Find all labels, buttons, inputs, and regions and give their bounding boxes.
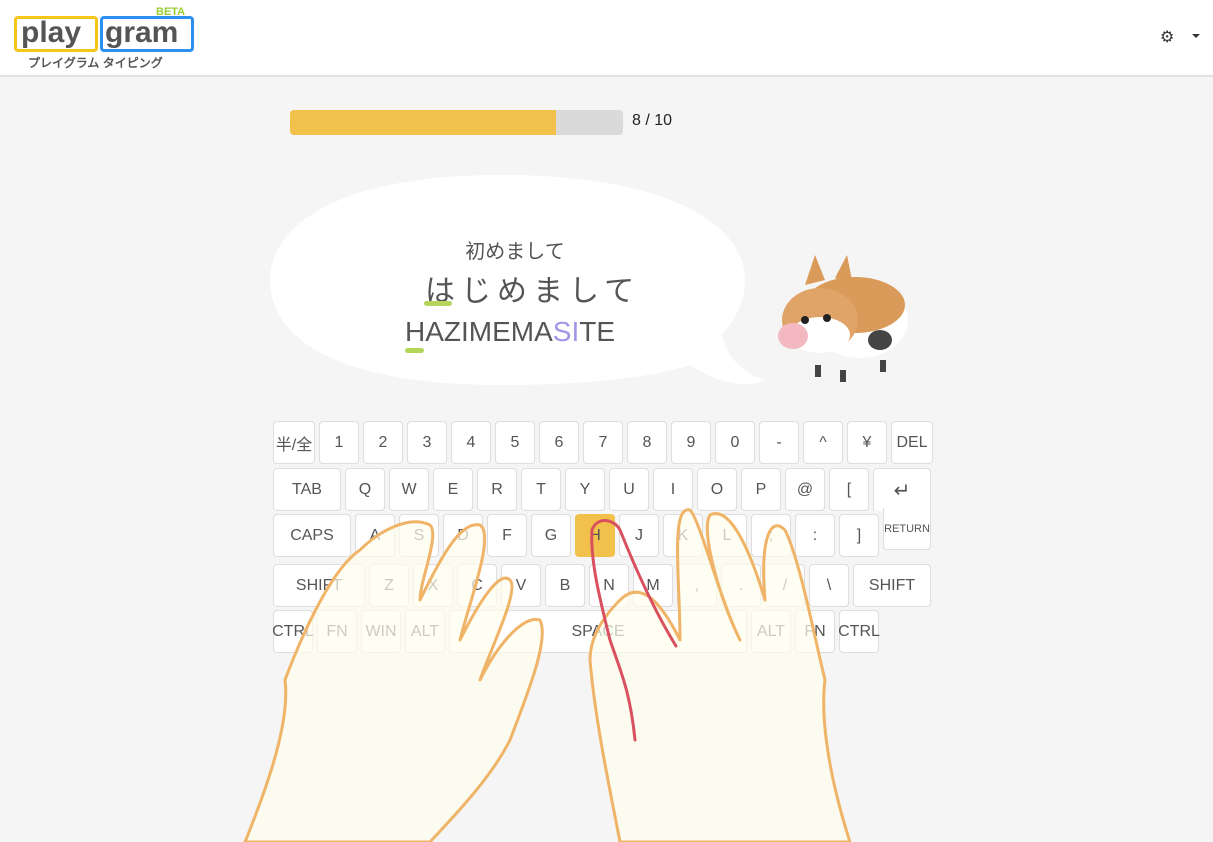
key-^[interactable]: ^ xyxy=(803,421,843,464)
key-;[interactable]: ; xyxy=(751,514,791,557)
key-caps[interactable]: CAPS xyxy=(273,514,351,557)
key-v[interactable]: V xyxy=(501,564,541,607)
key-7[interactable]: 7 xyxy=(583,421,623,464)
key-,[interactable]: , xyxy=(677,564,717,607)
key-x[interactable]: X xyxy=(413,564,453,607)
key-l[interactable]: L xyxy=(707,514,747,557)
key-f[interactable]: F xyxy=(487,514,527,557)
key-tab[interactable]: TAB xyxy=(273,468,341,511)
key-@[interactable]: @ xyxy=(785,468,825,511)
key-c[interactable]: C xyxy=(457,564,497,607)
key-k[interactable]: K xyxy=(663,514,703,557)
romaji-current: SI xyxy=(552,316,580,347)
key-5[interactable]: 5 xyxy=(495,421,535,464)
key-o[interactable]: O xyxy=(697,468,737,511)
key-g[interactable]: G xyxy=(531,514,571,557)
key-:[interactable]: : xyxy=(795,514,835,557)
key-3[interactable]: 3 xyxy=(407,421,447,464)
key-r[interactable]: R xyxy=(477,468,517,511)
key-¥[interactable]: ¥ xyxy=(847,421,887,464)
key-t[interactable]: T xyxy=(521,468,561,511)
key-shift[interactable]: SHIFT xyxy=(273,564,365,607)
prompt-kana: はじめまして xyxy=(425,275,641,308)
key-z[interactable]: Z xyxy=(369,564,409,607)
key-y[interactable]: Y xyxy=(565,468,605,511)
key-b[interactable]: B xyxy=(545,564,585,607)
key-ctrl[interactable]: CTRL xyxy=(272,610,314,653)
key-/[interactable]: / xyxy=(765,564,805,607)
key-[[interactable]: [ xyxy=(829,468,869,511)
key-8[interactable]: 8 xyxy=(627,421,667,464)
key-0[interactable]: 0 xyxy=(715,421,755,464)
key-alt[interactable]: ALT xyxy=(751,610,791,653)
key-win[interactable]: WIN xyxy=(361,610,401,653)
key-2[interactable]: 2 xyxy=(363,421,403,464)
key-d[interactable]: D xyxy=(443,514,483,557)
key-1[interactable]: 1 xyxy=(319,421,359,464)
key-j[interactable]: J xyxy=(619,514,659,557)
romaji-rest: TE xyxy=(579,316,616,347)
key-return[interactable]: RETURN xyxy=(883,508,931,550)
prompt-romaji: HAZIMEMASITE xyxy=(405,316,615,348)
enter-arrow-icon[interactable]: ↵ xyxy=(873,468,931,511)
key-fn[interactable]: FN xyxy=(317,610,357,653)
key-e[interactable]: E xyxy=(433,468,473,511)
key-.[interactable]: . xyxy=(721,564,761,607)
kana-cursor xyxy=(424,301,452,306)
key-alt[interactable]: ALT xyxy=(405,610,445,653)
key-4[interactable]: 4 xyxy=(451,421,491,464)
key-][interactable]: ] xyxy=(839,514,879,557)
key-q[interactable]: Q xyxy=(345,468,385,511)
key-i[interactable]: I xyxy=(653,468,693,511)
key-u[interactable]: U xyxy=(609,468,649,511)
romaji-cursor xyxy=(405,348,424,353)
key--[interactable]: - xyxy=(759,421,799,464)
key-space[interactable]: SPACE xyxy=(449,610,747,653)
key-s[interactable]: S xyxy=(399,514,439,557)
key-w[interactable]: W xyxy=(389,468,429,511)
key-p[interactable]: P xyxy=(741,468,781,511)
key-半/全[interactable]: 半/全 xyxy=(273,421,315,464)
boar-mascot xyxy=(778,255,908,382)
key-fn[interactable]: FN xyxy=(795,610,835,653)
key-a[interactable]: A xyxy=(355,514,395,557)
key-n[interactable]: N xyxy=(589,564,629,607)
key-9[interactable]: 9 xyxy=(671,421,711,464)
key-\[interactable]: \ xyxy=(809,564,849,607)
key-h[interactable]: H xyxy=(575,514,615,557)
key-6[interactable]: 6 xyxy=(539,421,579,464)
romaji-typed: HAZIMEMA xyxy=(405,316,553,347)
key-ctrl[interactable]: CTRL xyxy=(838,610,880,653)
key-m[interactable]: M xyxy=(633,564,673,607)
key-shift[interactable]: SHIFT xyxy=(853,564,931,607)
key-del[interactable]: DEL xyxy=(891,421,933,464)
